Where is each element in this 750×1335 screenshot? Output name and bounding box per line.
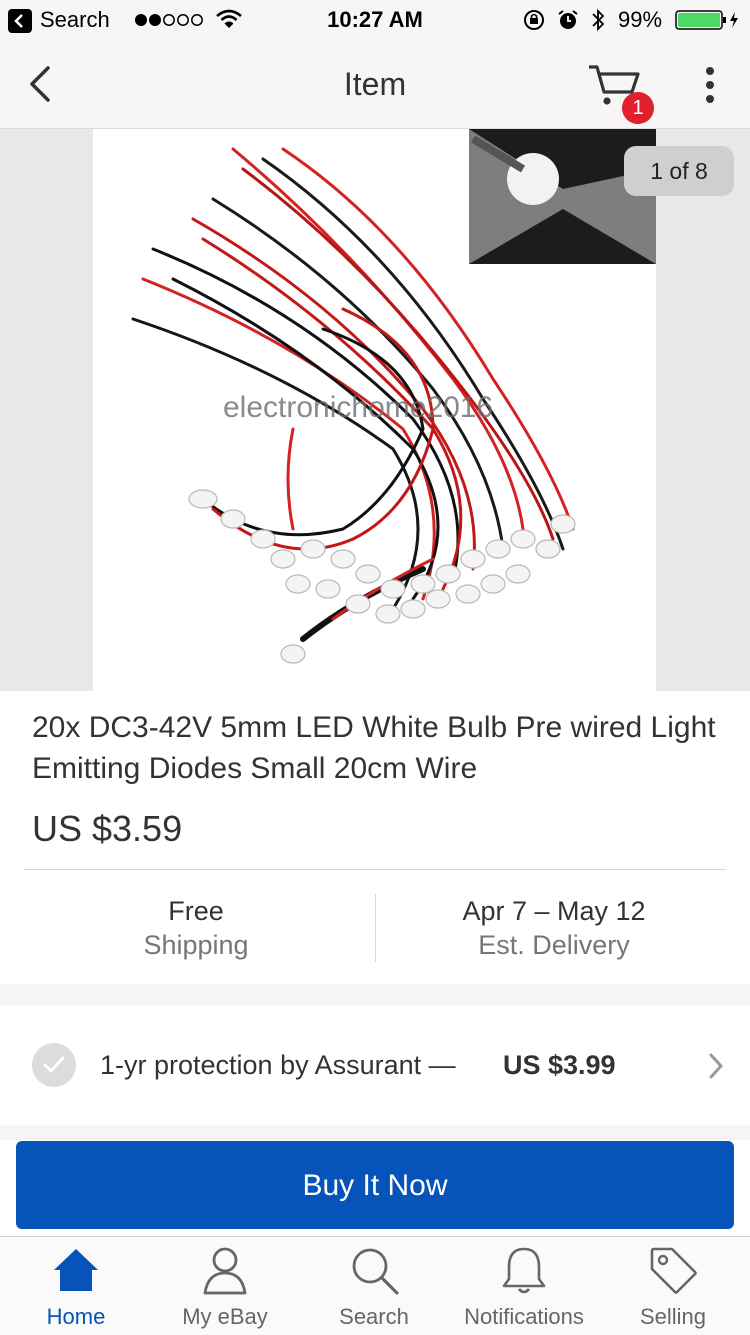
cart-count-badge: 1: [622, 92, 654, 124]
shipping-cost: Free: [168, 896, 224, 926]
nav-bar: Item 1: [0, 40, 750, 129]
delivery-dates: Apr 7 – May 12: [462, 896, 646, 926]
buy-it-now-button[interactable]: Buy It Now: [16, 1141, 734, 1229]
battery-icon: [675, 10, 738, 30]
chevron-right-icon: [709, 1053, 724, 1079]
product-photo[interactable]: electronichome2016: [93, 129, 656, 691]
delivery-info: Apr 7 – May 12 Est. Delivery: [378, 894, 730, 962]
tab-notifications-label: Notifications: [464, 1304, 584, 1329]
divider: [24, 869, 726, 870]
protection-label: 1-yr protection by Assurant —: [100, 1050, 456, 1080]
bluetooth-icon: [592, 8, 605, 32]
tab-notifications[interactable]: Notifications: [449, 1237, 599, 1335]
protection-checkbox[interactable]: [32, 1043, 76, 1087]
delivery-label: Est. Delivery: [478, 930, 630, 960]
tab-search[interactable]: Search: [299, 1237, 449, 1335]
protection-plan-row[interactable]: 1-yr protection by Assurant — US $3.99: [0, 1005, 750, 1125]
tag-icon: [650, 1247, 697, 1294]
shipping-info: Free Shipping: [20, 894, 372, 962]
alarm-icon: [558, 10, 578, 29]
tab-home-label: Home: [46, 1304, 106, 1329]
section-separator: [0, 984, 750, 1005]
tab-bar: Home My eBay Search Notifications Sellin…: [0, 1236, 750, 1335]
checkmark-icon: [43, 1056, 65, 1073]
image-gallery[interactable]: electronichome2016 1 of 8: [0, 129, 750, 691]
tab-selling-label: Selling: [639, 1304, 707, 1329]
shipping-label: Shipping: [143, 930, 249, 960]
person-icon: [203, 1247, 247, 1295]
protection-price: US $3.99: [503, 1050, 616, 1080]
photo-watermark: electronichome2016: [223, 391, 494, 424]
tab-my-ebay[interactable]: My eBay: [150, 1237, 300, 1335]
tab-search-label: Search: [339, 1304, 409, 1329]
item-price: US $3.59: [32, 808, 183, 849]
orientation-lock-icon: [524, 10, 544, 30]
tab-my-ebay-label: My eBay: [182, 1304, 268, 1329]
image-counter: 1 of 8: [624, 146, 734, 196]
column-divider: [375, 894, 376, 962]
bell-icon: [502, 1247, 546, 1294]
home-icon: [54, 1249, 98, 1291]
tab-selling[interactable]: Selling: [598, 1237, 748, 1335]
battery-percent: 99%: [618, 7, 663, 32]
tab-home[interactable]: Home: [1, 1237, 151, 1335]
more-options-icon[interactable]: [700, 66, 720, 104]
section-separator: [0, 1125, 750, 1140]
search-icon: [352, 1248, 399, 1295]
item-title: 20x DC3-42V 5mm LED White Bulb Pre wired…: [32, 711, 716, 785]
status-bar: Search 10:27 AM 99%: [0, 0, 750, 40]
